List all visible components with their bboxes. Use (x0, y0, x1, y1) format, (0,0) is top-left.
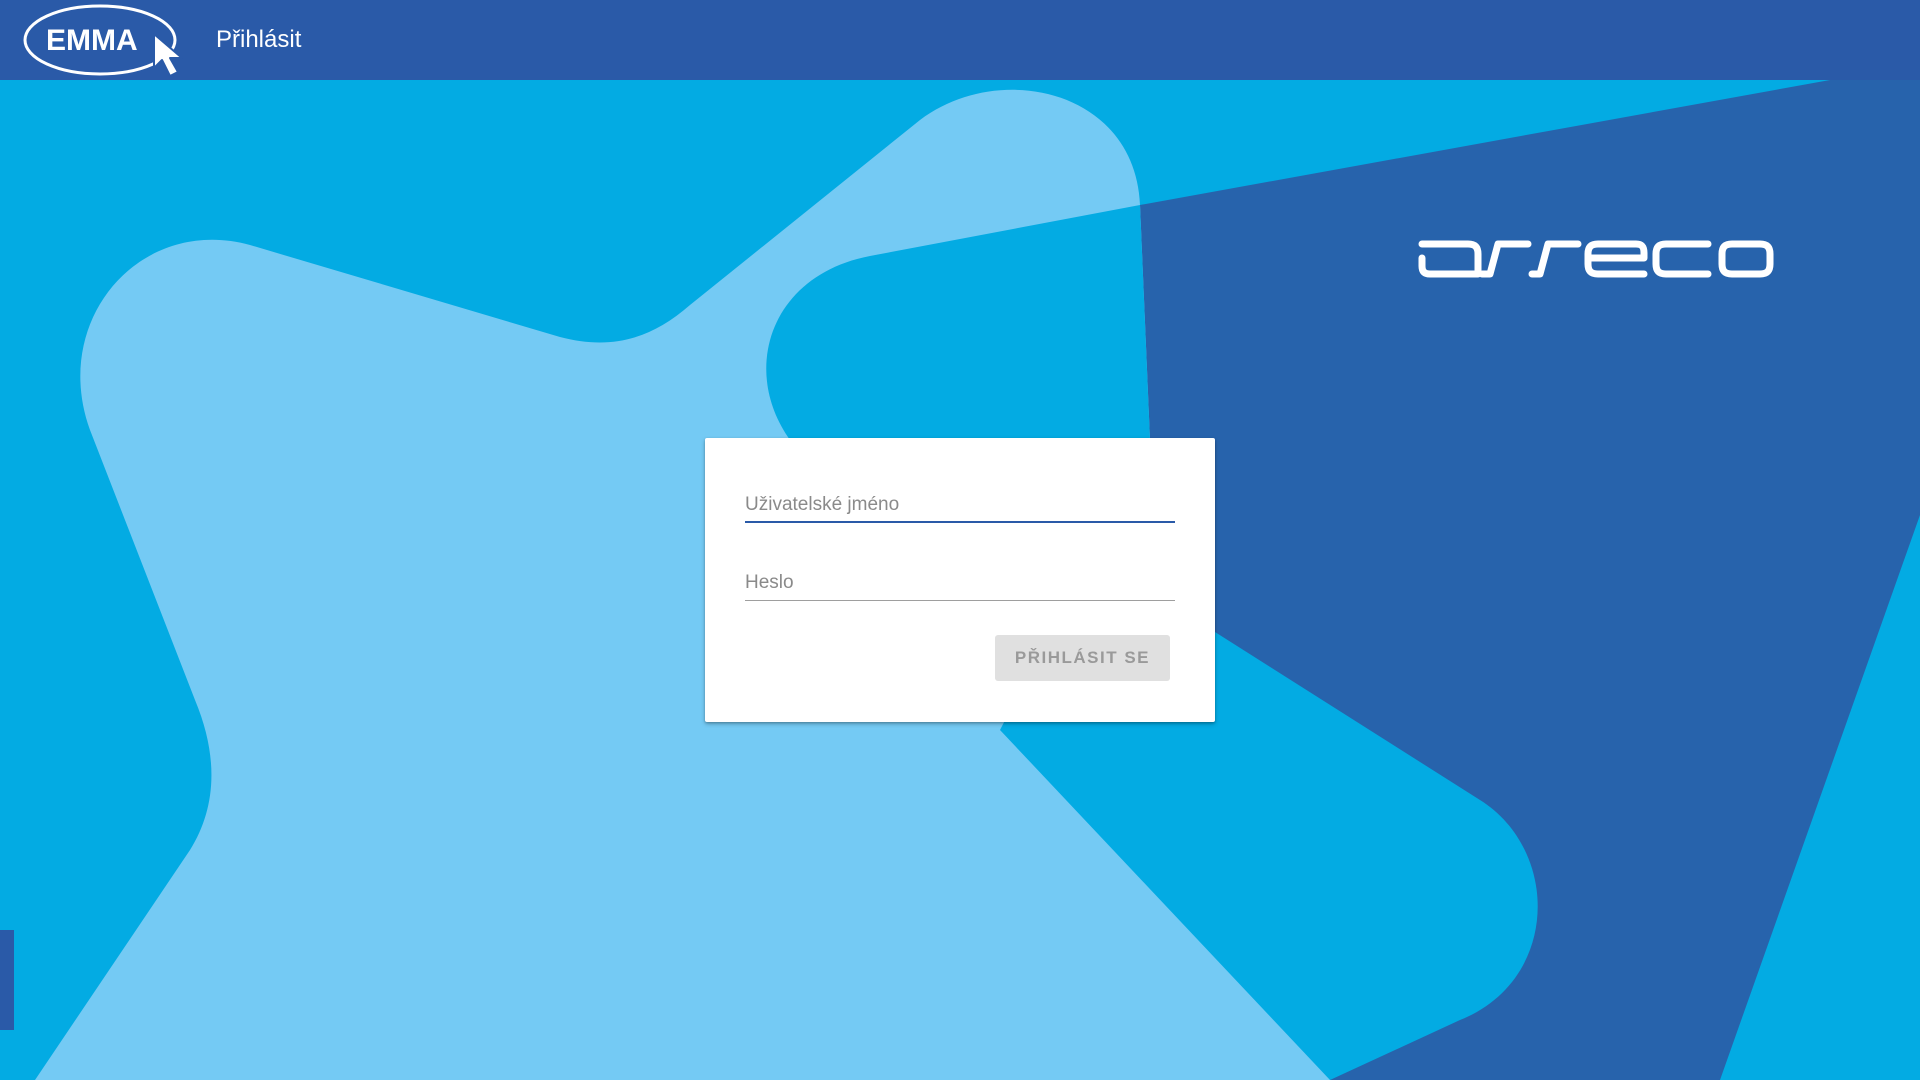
top-app-bar: EMMA Přihlásit (0, 0, 1920, 80)
login-nav-link[interactable]: Přihlásit (216, 26, 301, 54)
emma-logo[interactable]: EMMA (18, 2, 198, 78)
username-field (745, 490, 1175, 523)
password-input[interactable] (745, 568, 1175, 600)
emma-logo-text: EMMA (46, 24, 138, 57)
cursor-arrow-icon (153, 33, 183, 77)
login-submit-button[interactable]: PŘIHLÁSIT SE (994, 635, 1170, 681)
login-card: PŘIHLÁSIT SE (705, 438, 1215, 722)
asseco-logo (1418, 236, 1774, 282)
password-field (745, 568, 1175, 601)
side-drawer-handle[interactable] (0, 930, 14, 1030)
username-input[interactable] (745, 490, 1175, 521)
